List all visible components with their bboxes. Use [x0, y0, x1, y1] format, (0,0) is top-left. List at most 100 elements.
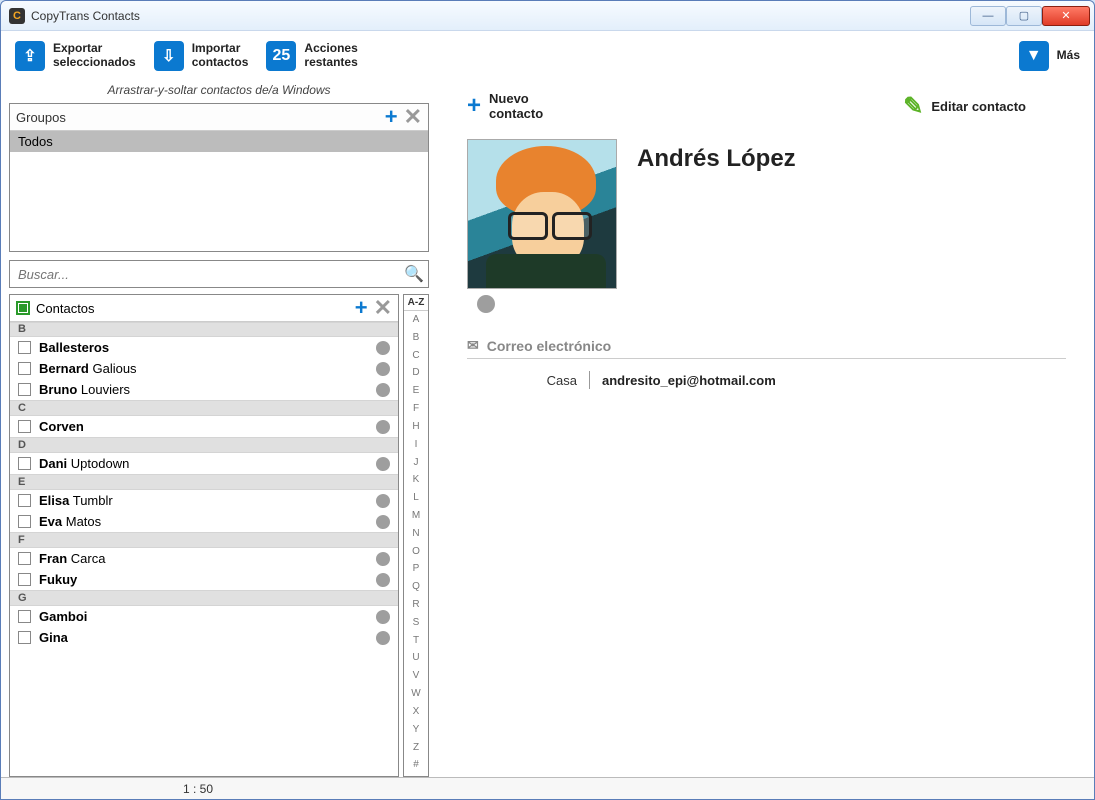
contact-row[interactable]: Dani Uptodown — [10, 453, 398, 474]
row-checkbox[interactable] — [18, 494, 31, 507]
alpha-letter[interactable]: H — [404, 420, 428, 434]
alpha-letter[interactable]: R — [404, 598, 428, 612]
select-all-checkbox[interactable] — [16, 301, 30, 315]
alpha-letter[interactable]: J — [404, 456, 428, 470]
export-button[interactable]: ⇪ Exportarseleccionados — [15, 41, 136, 71]
alpha-letter[interactable]: L — [404, 491, 428, 505]
export-l1: Exportar — [53, 41, 102, 55]
alpha-letter[interactable]: S — [404, 616, 428, 630]
row-checkbox[interactable] — [18, 383, 31, 396]
search-icon[interactable]: 🔍 — [400, 264, 428, 284]
add-contact-button[interactable]: + — [355, 297, 368, 319]
alpha-letter[interactable]: I — [404, 438, 428, 452]
actions-remaining[interactable]: 25 Accionesrestantes — [266, 41, 357, 71]
contact-row[interactable]: Eva Matos — [10, 511, 398, 532]
selection-count: 1 : 50 — [183, 782, 213, 796]
contact-name: Andrés López — [637, 139, 796, 173]
chevron-down-icon: ▼ — [1019, 41, 1049, 71]
contacts-list[interactable]: BBallesterosBernard GaliousBruno Louvier… — [10, 322, 398, 776]
row-checkbox[interactable] — [18, 610, 31, 623]
delete-contact-button[interactable]: ✕ — [374, 297, 392, 319]
more-label: Más — [1057, 48, 1080, 62]
edit-contact-button[interactable]: ✎ Editar contacto — [903, 92, 1026, 121]
alpha-letter[interactable]: K — [404, 473, 428, 487]
more-button[interactable]: ▼ Más — [1019, 41, 1080, 71]
alpha-letter[interactable]: W — [404, 687, 428, 701]
contact-row[interactable]: Ballesteros — [10, 337, 398, 358]
delete-group-button[interactable]: ✕ — [404, 106, 422, 128]
row-checkbox[interactable] — [18, 573, 31, 586]
letter-separator: F — [10, 532, 398, 548]
row-checkbox[interactable] — [18, 457, 31, 470]
alpha-letter[interactable]: X — [404, 705, 428, 719]
maximize-button[interactable]: ▢ — [1006, 6, 1042, 26]
contact-row[interactable]: Bernard Galious — [10, 358, 398, 379]
minimize-button[interactable]: — — [970, 6, 1006, 26]
alpha-letter[interactable]: F — [404, 402, 428, 416]
search-input[interactable] — [10, 267, 400, 282]
letter-separator: G — [10, 590, 398, 606]
alpha-letter[interactable]: U — [404, 651, 428, 665]
import-button[interactable]: ⇩ Importarcontactos — [154, 41, 249, 71]
close-button[interactable]: ✕ — [1042, 6, 1090, 26]
contacts-panel: Contactos + ✕ BBallesterosBernard Galiou… — [9, 294, 399, 777]
presence-dot — [376, 573, 390, 587]
alpha-letter[interactable]: T — [404, 634, 428, 648]
group-row[interactable]: Todos — [10, 131, 428, 152]
contact-row[interactable]: Fran Carca — [10, 548, 398, 569]
alpha-letter[interactable]: M — [404, 509, 428, 523]
new-contact-button[interactable]: + Nuevocontacto — [467, 91, 543, 121]
statusbar: 1 : 50 — [1, 777, 1094, 799]
contact-row[interactable]: Fukuy — [10, 569, 398, 590]
row-checkbox[interactable] — [18, 420, 31, 433]
row-checkbox[interactable] — [18, 631, 31, 644]
alpha-letter[interactable]: P — [404, 562, 428, 576]
alpha-letter[interactable]: E — [404, 384, 428, 398]
main-toolbar: ⇪ Exportarseleccionados ⇩ Importarcontac… — [9, 37, 1086, 81]
alpha-index[interactable]: A-Z ABCDEFHIJKLMNOPQRSTUVWXYZ # — [403, 294, 429, 777]
contact-row[interactable]: Gina — [10, 627, 398, 648]
actions-count-icon: 25 — [266, 41, 296, 71]
contact-name-cell: Gamboi — [39, 609, 368, 624]
letter-separator: C — [10, 400, 398, 416]
contact-row[interactable]: Elisa Tumblr — [10, 490, 398, 511]
search-box[interactable]: 🔍 — [9, 260, 429, 288]
alpha-letter[interactable]: N — [404, 527, 428, 541]
contact-row[interactable]: Gamboi — [10, 606, 398, 627]
alpha-letter[interactable]: B — [404, 331, 428, 345]
alpha-letter[interactable]: Q — [404, 580, 428, 594]
row-checkbox[interactable] — [18, 341, 31, 354]
alpha-letter[interactable]: Y — [404, 723, 428, 737]
alpha-letter[interactable]: O — [404, 545, 428, 559]
alpha-letter[interactable]: # — [404, 758, 428, 772]
contact-row[interactable]: Corven — [10, 416, 398, 437]
alpha-letter[interactable]: Z — [404, 741, 428, 755]
app-icon: C — [9, 8, 25, 24]
contact-row[interactable]: Bruno Louviers — [10, 379, 398, 400]
new-l1: Nuevo — [489, 91, 529, 106]
row-checkbox[interactable] — [18, 515, 31, 528]
row-checkbox[interactable] — [18, 552, 31, 565]
alpha-letter[interactable]: V — [404, 669, 428, 683]
contact-name-cell: Bruno Louviers — [39, 382, 368, 397]
titlebar[interactable]: C CopyTrans Contacts — ▢ ✕ — [1, 1, 1094, 31]
presence-dot — [376, 552, 390, 566]
new-l2: contacto — [489, 106, 543, 121]
presence-dot — [376, 515, 390, 529]
contact-name-cell: Corven — [39, 419, 368, 434]
presence-dot — [376, 341, 390, 355]
contact-name-cell: Elisa Tumblr — [39, 493, 368, 508]
contact-name-cell: Dani Uptodown — [39, 456, 368, 471]
row-checkbox[interactable] — [18, 362, 31, 375]
presence-dot — [477, 295, 495, 313]
add-group-button[interactable]: + — [385, 106, 398, 128]
export-l2: seleccionados — [53, 55, 136, 69]
alpha-letter[interactable]: C — [404, 349, 428, 363]
email-value: andresito_epi@hotmail.com — [602, 373, 776, 388]
window-title: CopyTrans Contacts — [31, 9, 140, 23]
alpha-letter[interactable]: D — [404, 366, 428, 380]
contacts-label: Contactos — [36, 301, 95, 316]
alpha-sort-toggle[interactable]: A-Z — [404, 295, 428, 311]
alpha-letter[interactable]: A — [404, 313, 428, 327]
presence-dot — [376, 383, 390, 397]
